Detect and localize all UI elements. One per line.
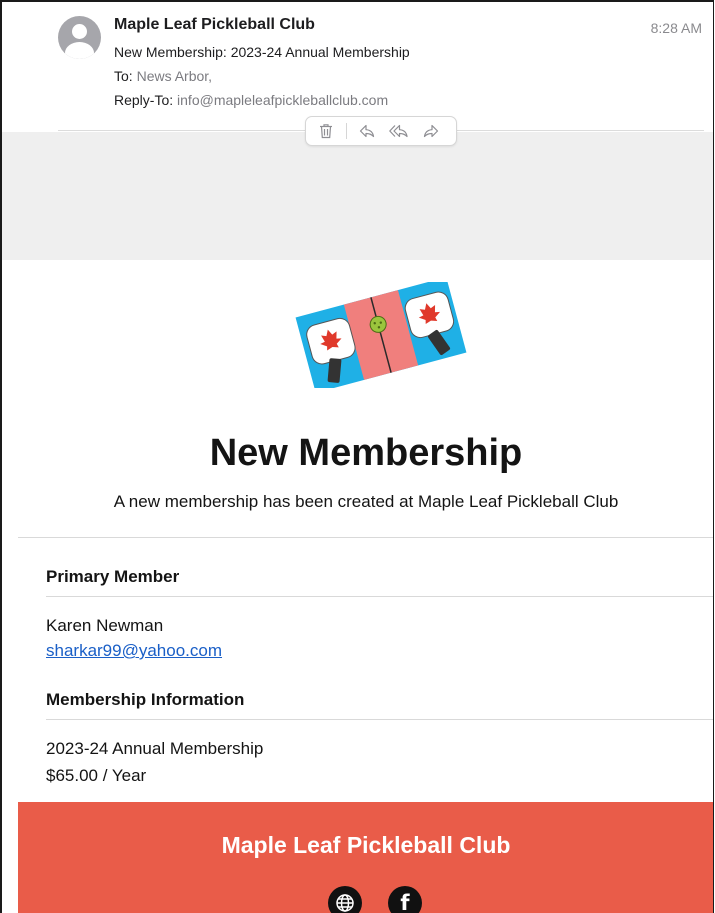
membership-name: 2023-24 Annual Membership [46, 739, 264, 758]
globe-icon[interactable] [328, 886, 362, 913]
sender-avatar [58, 16, 101, 59]
message-toolbar [305, 116, 457, 146]
received-time: 8:28 AM [650, 20, 702, 36]
primary-member-divider [46, 596, 713, 597]
reply-icon[interactable] [355, 120, 379, 142]
to-label: To: [114, 68, 133, 84]
primary-member-heading: Primary Member [46, 567, 180, 586]
membership-price: $65.00 / Year [46, 766, 147, 785]
email-card: New Membership A new membership has been… [18, 260, 713, 913]
reply-all-icon[interactable] [387, 120, 411, 142]
toolbar-separator [346, 123, 347, 139]
avatar-head-icon [72, 24, 87, 39]
footer-club-name: Maple Leaf Pickleball Club [221, 832, 511, 858]
mail-header: Maple Leaf Pickleball Club 8:28 AM New M… [2, 2, 713, 132]
membership-info-divider [46, 719, 713, 720]
mail-window: Maple Leaf Pickleball Club 8:28 AM New M… [0, 0, 714, 913]
membership-info-heading: Membership Information [46, 690, 245, 709]
forward-icon[interactable] [419, 120, 443, 142]
facebook-letter: f [400, 890, 410, 913]
facebook-icon[interactable]: f [388, 886, 422, 913]
pickleball-paddles-logo [295, 282, 467, 388]
trash-icon[interactable] [314, 120, 338, 142]
mail-subject: New Membership: 2023-24 Annual Membershi… [114, 44, 410, 60]
email-top-band [2, 132, 713, 260]
member-name: Karen Newman [46, 616, 164, 635]
to-recipient[interactable]: News Arbor, [137, 68, 212, 84]
sender-name: Maple Leaf Pickleball Club [114, 16, 315, 33]
email-subtitle: A new membership has been created at Map… [113, 492, 619, 511]
avatar-body-icon [65, 42, 94, 59]
section-divider [18, 537, 713, 538]
to-line: To: News Arbor, [114, 68, 212, 84]
member-email-link[interactable]: sharkar99@yahoo.com [46, 641, 222, 661]
email-title: New Membership [209, 432, 523, 474]
reply-to-line: Reply-To: info@mapleleafpickleballclub.c… [114, 92, 388, 108]
reply-to-address[interactable]: info@mapleleafpickleballclub.com [177, 92, 388, 108]
email-footer: Maple Leaf Pickleball Club f [18, 802, 713, 913]
reply-to-label: Reply-To: [114, 92, 174, 108]
